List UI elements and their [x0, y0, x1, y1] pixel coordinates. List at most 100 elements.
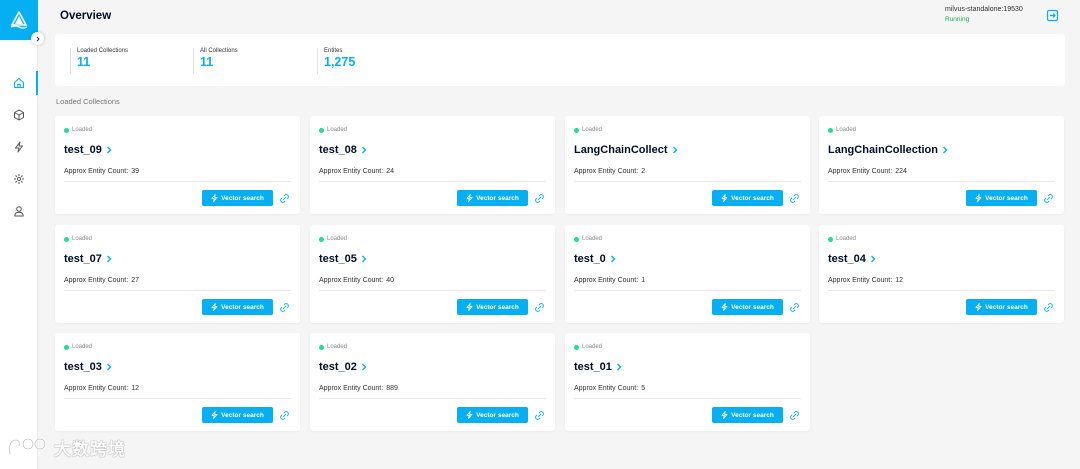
divider: [574, 290, 801, 291]
release-icon[interactable]: [535, 194, 544, 203]
status-badge: Loaded: [319, 236, 347, 242]
entity-count-value: 40: [386, 277, 394, 284]
entity-count-value: 27: [131, 277, 139, 284]
vector-search-label: Vector search: [731, 411, 774, 419]
vector-search-button[interactable]: Vector search: [457, 190, 528, 206]
release-icon[interactable]: [280, 194, 289, 203]
sidebar-item-overview[interactable]: [0, 71, 38, 95]
chevron-right-icon: [106, 255, 112, 263]
stat-label: All Collections: [200, 48, 238, 54]
entity-count-value: 224: [895, 168, 907, 175]
collection-name-link[interactable]: test_05: [319, 253, 368, 265]
vector-search-button[interactable]: Vector search: [966, 190, 1037, 206]
status-badge: Loaded: [828, 236, 856, 242]
divider: [574, 398, 801, 399]
vector-search-button[interactable]: Vector search: [966, 299, 1037, 315]
collection-card: Loaded LangChainCollection Approx Entity C…: [819, 116, 1064, 214]
entity-count: Approx Entity Count: 2: [574, 168, 645, 175]
divider: [828, 290, 1055, 291]
collection-card: Loaded test_01 Approx Entity Count: 5 Vector…: [565, 333, 810, 431]
status-dot: [64, 344, 69, 350]
stats-panel: Loaded Collections 11 All Collections 11…: [55, 34, 1065, 86]
vector-search-button[interactable]: Vector search: [202, 299, 273, 315]
status-badge: Loaded: [574, 236, 602, 242]
collection-name: LangChainCollect: [574, 144, 668, 156]
sidebar-item-collections[interactable]: [0, 103, 38, 127]
cube-icon: [14, 109, 24, 121]
release-icon[interactable]: [535, 303, 544, 312]
collection-name-link[interactable]: test_08: [319, 144, 368, 156]
collection-name: test_03: [64, 361, 102, 373]
stat-label: Entites: [324, 48, 343, 54]
release-icon[interactable]: [790, 194, 799, 203]
entity-count-label: Approx Entity Count:: [64, 168, 129, 175]
logout-button[interactable]: [1046, 9, 1059, 22]
vector-search-button[interactable]: Vector search: [202, 190, 273, 206]
collection-name: test_09: [64, 144, 102, 156]
vector-search-button[interactable]: Vector search: [202, 407, 273, 423]
entity-count: Approx Entity Count: 27: [64, 277, 139, 284]
sidebar-item-users[interactable]: [0, 199, 38, 223]
collection-name-link[interactable]: test_09: [64, 144, 113, 156]
sidebar-item-system[interactable]: [0, 167, 38, 191]
divider: [64, 398, 291, 399]
collection-name-link[interactable]: test_03: [64, 361, 113, 373]
lightning-icon: [721, 194, 728, 202]
status-dot: [64, 127, 69, 133]
entity-count: Approx Entity Count: 1: [574, 277, 645, 284]
collection-name: test_0: [574, 253, 606, 265]
status-badge: Loaded: [64, 127, 92, 133]
vector-search-button[interactable]: Vector search: [712, 190, 783, 206]
chevron-right-icon: [106, 363, 112, 371]
chevron-right-icon: [36, 36, 40, 41]
release-icon[interactable]: [1044, 303, 1053, 312]
sidebar-expand-button[interactable]: [31, 32, 44, 45]
collection-card: Loaded test_02 Approx Entity Count: 889 Vect…: [310, 333, 555, 431]
entity-count-value: 12: [131, 385, 139, 392]
lightning-icon: [466, 303, 473, 311]
vector-search-button[interactable]: Vector search: [457, 407, 528, 423]
status-label: Loaded: [836, 127, 857, 133]
lightning-icon: [211, 194, 218, 202]
entity-count-value: 24: [386, 168, 394, 175]
release-icon[interactable]: [280, 411, 289, 420]
collection-name-link[interactable]: LangChainCollect: [574, 144, 679, 156]
vector-search-button[interactable]: Vector search: [712, 407, 783, 423]
entity-count-label: Approx Entity Count:: [574, 385, 639, 392]
status-dot: [574, 236, 579, 242]
milvus-logo-icon: [10, 11, 28, 29]
connection-info: milvus-standalone:19530 Running: [945, 6, 1023, 23]
logout-icon: [1046, 9, 1059, 22]
release-icon[interactable]: [790, 411, 799, 420]
entity-count: Approx Entity Count: 12: [64, 385, 139, 392]
vector-search-button[interactable]: Vector search: [457, 299, 528, 315]
divider: [319, 398, 546, 399]
entity-count: Approx Entity Count: 39: [64, 168, 139, 175]
sidebar-item-search[interactable]: [0, 135, 38, 159]
collection-name-link[interactable]: test_04: [828, 253, 877, 265]
release-icon[interactable]: [1044, 194, 1053, 203]
collection-name-link[interactable]: test_01: [574, 361, 623, 373]
collection-name-link[interactable]: test_07: [64, 253, 113, 265]
connection-address: milvus-standalone:19530: [945, 6, 1023, 13]
divider: [64, 181, 291, 182]
release-icon[interactable]: [280, 303, 289, 312]
status-label: Loaded: [72, 127, 93, 133]
collection-name-link[interactable]: test_02: [319, 361, 368, 373]
status-badge: Loaded: [574, 344, 602, 350]
collection-name-link[interactable]: test_0: [574, 253, 617, 265]
release-icon[interactable]: [790, 303, 799, 312]
status-badge: Loaded: [64, 236, 92, 242]
status-dot: [64, 236, 69, 242]
status-dot: [574, 344, 579, 350]
vector-search-label: Vector search: [221, 303, 264, 311]
status-badge: Loaded: [319, 127, 347, 133]
collection-name: LangChainCollection: [828, 144, 938, 156]
lightning-icon: [211, 303, 218, 311]
collection-name-link[interactable]: LangChainCollection: [828, 144, 949, 156]
status-dot: [319, 344, 324, 350]
release-icon[interactable]: [535, 411, 544, 420]
vector-search-button[interactable]: Vector search: [712, 299, 783, 315]
entity-count-label: Approx Entity Count:: [64, 277, 129, 284]
collection-name: test_07: [64, 253, 102, 265]
